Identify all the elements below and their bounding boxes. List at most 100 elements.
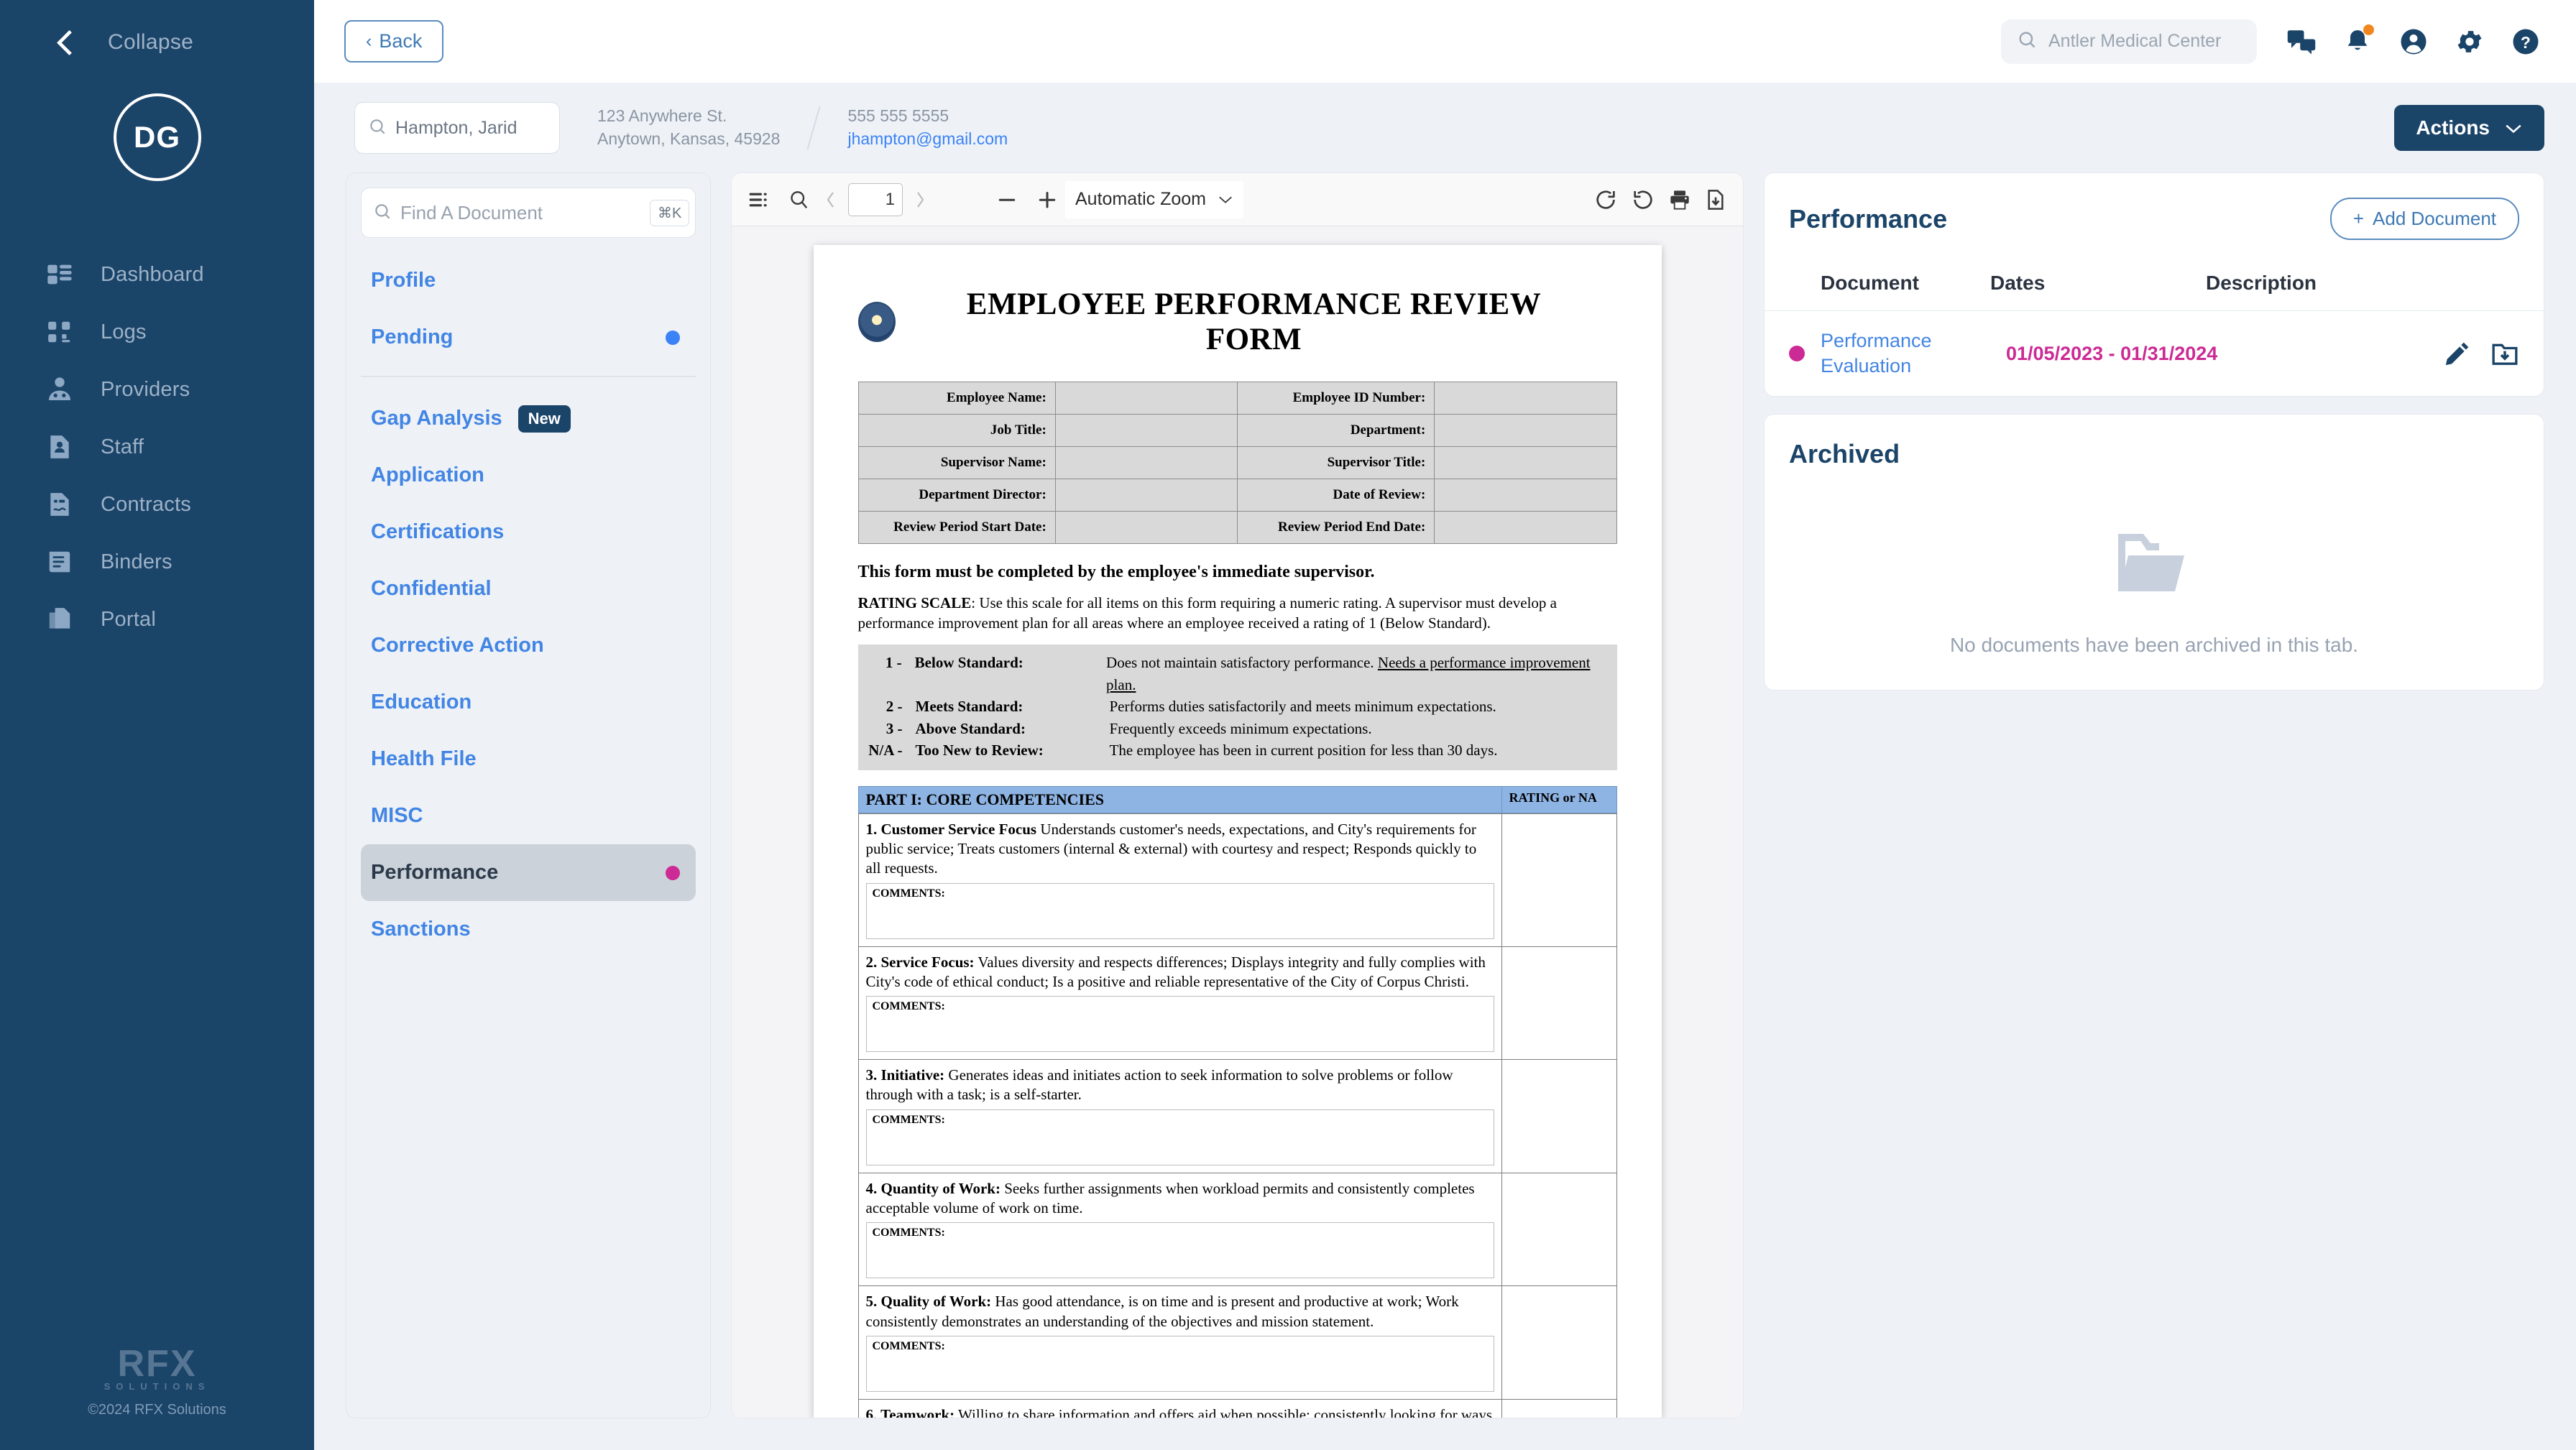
- help-icon[interactable]: ?: [2507, 23, 2544, 60]
- doc-category-sanctions[interactable]: Sanctions: [361, 901, 696, 958]
- pdf-zoom-select[interactable]: Automatic Zoom: [1065, 180, 1244, 218]
- pdf-viewport[interactable]: EMPLOYEE PERFORMANCE REVIEW FORM Employe…: [732, 226, 1743, 1418]
- doc-category-label: Health File: [371, 747, 477, 770]
- table-row: Employee Name: Employee ID Number:: [857, 382, 1617, 415]
- field-value[interactable]: [1434, 414, 1617, 447]
- find-document-search[interactable]: ⌘K: [361, 188, 696, 238]
- competency-cell: 5. Quality of Work: Has good attendance,…: [857, 1285, 1502, 1400]
- doc-category-misc[interactable]: MISC: [361, 788, 696, 844]
- find-document-input[interactable]: [400, 201, 641, 224]
- logs-icon: [45, 317, 75, 347]
- document-dates: 01/05/2023 - 01/31/2024: [2006, 342, 2218, 364]
- edit-pencil-icon[interactable]: [2443, 339, 2472, 368]
- doc-category-gap-analysis[interactable]: Gap Analysis New: [361, 390, 696, 447]
- add-document-button[interactable]: + Add Document: [2329, 198, 2519, 240]
- field-value[interactable]: [1434, 382, 1617, 415]
- rating-desc: The employee has been in current positio…: [1109, 742, 1498, 759]
- pdf-zoom-in-button[interactable]: [1036, 189, 1058, 211]
- field-value[interactable]: [1434, 446, 1617, 479]
- actions-button[interactable]: Actions: [2394, 105, 2544, 151]
- comments-box[interactable]: COMMENTS:: [865, 996, 1494, 1053]
- doc-category-confidential[interactable]: Confidential: [361, 560, 696, 617]
- rating-cell[interactable]: [1501, 813, 1617, 947]
- messages-icon[interactable]: [2283, 23, 2320, 60]
- field-label: Review Period Start Date:: [857, 511, 1056, 544]
- comments-box[interactable]: COMMENTS:: [865, 1335, 1494, 1392]
- sidebar-item-contracts[interactable]: Contracts: [0, 476, 314, 533]
- doc-category-performance[interactable]: Performance: [361, 844, 696, 901]
- empty-folder-icon: [2108, 527, 2200, 609]
- field-value[interactable]: [1054, 511, 1238, 544]
- doc-category-application[interactable]: Application: [361, 447, 696, 504]
- rotate-counterclockwise-icon[interactable]: [1631, 188, 1655, 212]
- comments-box[interactable]: COMMENTS:: [865, 1109, 1494, 1165]
- pdf-next-page-button[interactable]: [911, 189, 929, 211]
- back-button[interactable]: ‹ Back: [344, 20, 444, 63]
- notifications-icon[interactable]: [2339, 23, 2376, 60]
- doc-category-label: MISC: [371, 804, 423, 827]
- doc-category-label: Education: [371, 691, 472, 714]
- status-dot: [666, 330, 680, 345]
- avatar[interactable]: DG: [113, 93, 201, 181]
- sidebar-item-binders[interactable]: Binders: [0, 533, 314, 591]
- collapse-sidebar-button[interactable]: Collapse: [0, 0, 314, 56]
- rating-title: Above Standard:: [915, 719, 1026, 737]
- sidebar-item-dashboard[interactable]: Dashboard: [0, 246, 314, 303]
- patient-email-link[interactable]: jhampton@gmail.com: [847, 128, 1008, 151]
- sidebar-item-portal[interactable]: Portal: [0, 591, 314, 648]
- comments-box[interactable]: COMMENTS:: [865, 1222, 1494, 1279]
- doc-category-pending[interactable]: Pending: [361, 309, 696, 366]
- rating-scale-row: 2 - Meets Standard: Performs duties sati…: [858, 696, 1617, 717]
- doc-category-health-file[interactable]: Health File: [361, 731, 696, 788]
- patient-search-input[interactable]: [395, 117, 546, 139]
- document-name-link[interactable]: Performance Evaluation: [1821, 328, 2006, 379]
- table-row: 4. Quantity of Work: Seeks further assig…: [857, 1172, 1617, 1287]
- field-value[interactable]: [1054, 479, 1238, 512]
- sidebar-item-label: Binders: [101, 550, 172, 573]
- pdf-prev-page-button[interactable]: [822, 189, 840, 211]
- field-value[interactable]: [1054, 414, 1238, 447]
- rating-cell[interactable]: [1501, 1398, 1617, 1418]
- doc-category-label: Gap Analysis: [371, 407, 502, 430]
- print-icon[interactable]: [1668, 188, 1691, 211]
- patient-search[interactable]: [354, 102, 560, 154]
- rating-cell[interactable]: [1501, 1285, 1617, 1400]
- rating-scale-row: 1 - Below Standard: Does not maintain sa…: [858, 652, 1617, 696]
- pdf-viewer-panel: Automatic Zoom: [731, 172, 1744, 1418]
- avatar-initials: DG: [134, 120, 180, 154]
- field-value[interactable]: [1054, 382, 1238, 415]
- global-search[interactable]: [2001, 19, 2257, 64]
- pdf-search-icon[interactable]: [788, 189, 809, 211]
- rating-cell[interactable]: [1501, 1059, 1617, 1173]
- download-icon[interactable]: [1704, 188, 1727, 211]
- doc-category-profile[interactable]: Profile: [361, 252, 696, 309]
- field-value[interactable]: [1054, 446, 1238, 479]
- settings-gear-icon[interactable]: [2451, 23, 2488, 60]
- collapse-label: Collapse: [108, 30, 194, 54]
- table-row[interactable]: Performance Evaluation 01/05/2023 - 01/3…: [1765, 311, 2544, 396]
- archived-empty-state: No documents have been archived in this …: [1765, 476, 2544, 657]
- doc-category-certifications[interactable]: Certifications: [361, 504, 696, 560]
- field-value[interactable]: [1434, 511, 1617, 544]
- doc-category-corrective-action[interactable]: Corrective Action: [361, 617, 696, 674]
- global-search-input[interactable]: [2048, 31, 2241, 52]
- rating-cell[interactable]: [1501, 946, 1617, 1061]
- rotate-clockwise-icon[interactable]: [1593, 188, 1618, 212]
- documents-table-header: Document Dates Description: [1765, 247, 2544, 311]
- field-value[interactable]: [1434, 479, 1617, 512]
- pdf-page-input[interactable]: [848, 183, 903, 216]
- doc-category-education[interactable]: Education: [361, 674, 696, 731]
- sidebar-item-logs[interactable]: Logs: [0, 303, 314, 361]
- pdf-zoom-out-button[interactable]: [996, 189, 1018, 211]
- rating-cell[interactable]: [1501, 1172, 1617, 1287]
- rfx-logo-text: RFX: [117, 1343, 197, 1385]
- sidebar-toggle-icon[interactable]: [748, 188, 770, 211]
- archived-card-title: Archived: [1789, 439, 1900, 469]
- account-icon[interactable]: [2395, 23, 2432, 60]
- sidebar-item-providers[interactable]: Providers: [0, 361, 314, 418]
- archive-download-icon[interactable]: [2490, 339, 2519, 368]
- pdf-document-header: EMPLOYEE PERFORMANCE REVIEW FORM: [857, 287, 1617, 357]
- sidebar-item-staff[interactable]: Staff: [0, 418, 314, 476]
- comments-box[interactable]: COMMENTS:: [865, 882, 1494, 939]
- rating-scale-row: 3 - Above Standard: Frequently exceeds m…: [858, 718, 1617, 739]
